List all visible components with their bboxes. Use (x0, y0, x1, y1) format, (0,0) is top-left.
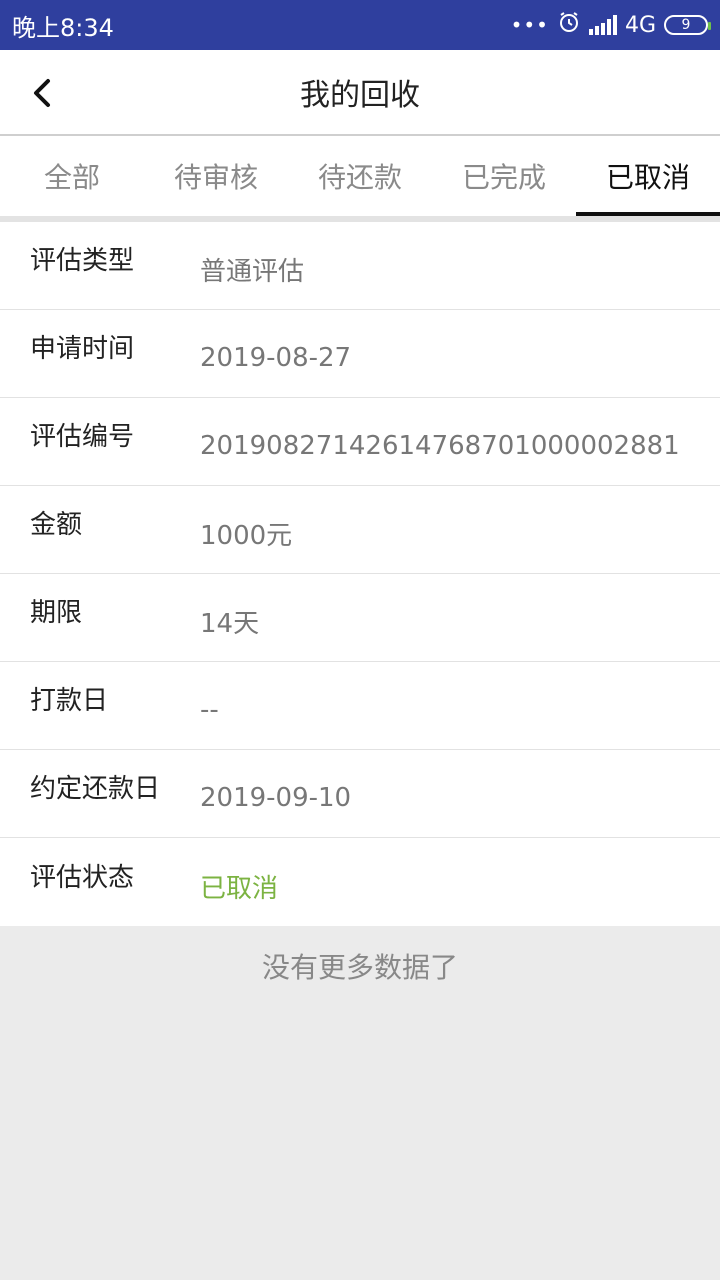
row-evaluation-status: 评估状态 已取消 (0, 838, 720, 926)
tab-all[interactable]: 全部 (0, 136, 144, 216)
more-dots-icon: ••• (510, 13, 549, 37)
row-label: 约定还款日 (30, 774, 161, 804)
row-label: 评估类型 (30, 246, 135, 276)
row-label: 评估状态 (30, 862, 135, 893)
row-label: 期限 (30, 598, 83, 628)
no-more-data-text: 没有更多数据了 (261, 951, 458, 984)
battery-level: 9 (681, 17, 691, 33)
row-value: 普通评估 (200, 257, 305, 287)
row-payment-date: 打款日 -- (0, 662, 720, 750)
status-time: 晚上8:34 (12, 13, 114, 42)
tab-pending-repayment[interactable]: 待还款 (288, 136, 432, 216)
signal-icon (588, 15, 617, 35)
row-value: 2019-08-27 (200, 342, 352, 373)
alarm-icon (557, 10, 581, 40)
tab-pending-review[interactable]: 待审核 (144, 136, 288, 216)
tab-completed[interactable]: 已完成 (432, 136, 576, 216)
page-title: 我的回收 (300, 78, 420, 113)
network-type: 4G (624, 12, 656, 38)
row-label: 申请时间 (30, 334, 135, 364)
row-value: 14天 (200, 609, 260, 639)
row-amount: 金额 1000元 (0, 486, 720, 574)
row-apply-time: 申请时间 2019-08-27 (0, 310, 720, 398)
status-bar: 晚上8:34 ••• 4G 9 (0, 0, 720, 50)
row-value: -- (200, 694, 219, 725)
status-badge: 已取消 (200, 873, 279, 904)
back-button[interactable] (30, 78, 60, 108)
row-label: 打款日 (30, 686, 109, 716)
row-repayment-date: 约定还款日 2019-09-10 (0, 750, 720, 838)
row-value: 20190827142614768701000002881 (200, 430, 680, 461)
battery-icon: 9 (664, 15, 711, 35)
row-value: 2019-09-10 (200, 782, 352, 813)
tab-cancelled[interactable]: 已取消 (576, 136, 720, 216)
row-label: 评估编号 (30, 422, 135, 452)
row-term: 期限 14天 (0, 574, 720, 662)
status-icons: ••• 4G 9 (510, 10, 711, 40)
status-tabs: 全部 待审核 待还款 已完成 已取消 (0, 136, 720, 222)
row-evaluation-number: 评估编号 20190827142614768701000002881 (0, 398, 720, 486)
record-card[interactable]: 评估类型 普通评估 申请时间 2019-08-27 评估编号 201908271… (0, 222, 720, 926)
row-value: 1000元 (200, 521, 293, 551)
top-bar: 我的回收 (0, 50, 720, 136)
row-evaluation-type: 评估类型 普通评估 (0, 222, 720, 310)
chevron-left-icon (34, 79, 50, 107)
row-label: 金额 (30, 510, 83, 540)
